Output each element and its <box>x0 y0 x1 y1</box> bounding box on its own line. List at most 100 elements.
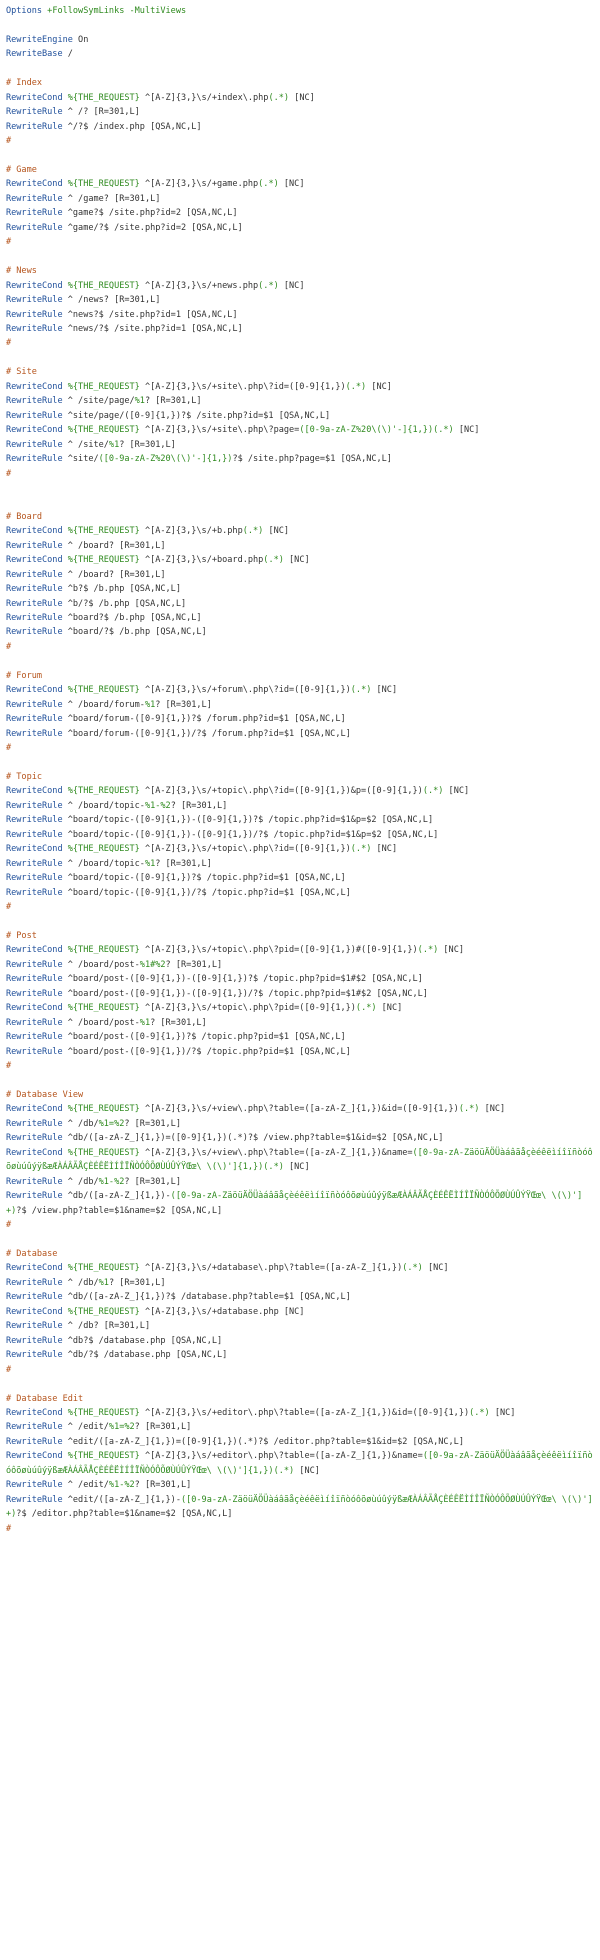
code-line: RewriteRule ^ /edit/%1=%2? [R=301,L] <box>6 1420 594 1434</box>
text-token: ^db/([a-zA-Z_]{1,})?$ /database.php?tabl… <box>62 1292 351 1303</box>
text-token: ^news/?$ /site.php?id=1 [QSA,NC,L] <box>62 323 243 334</box>
code-line: RewriteRule ^ /board/topic-%1-%2? [R=301… <box>6 799 594 813</box>
text-token: ? [R=301,L] <box>165 959 223 970</box>
code-line: RewriteCond %{THE_REQUEST} ^[A-Z]{3,}\s/… <box>6 1146 594 1175</box>
text-token: ^site/ <box>62 454 99 465</box>
variable-token: +FollowSymLinks -MultiViews <box>42 6 187 16</box>
code-line: # Database View <box>6 1088 594 1102</box>
code-line: RewriteRule ^ /board? [R=301,L] <box>6 539 594 553</box>
code-line: RewriteRule ^b/?$ /b.php [QSA,NC,L] <box>6 597 594 611</box>
text-token: ? [R=301,L] <box>150 1017 207 1028</box>
variable-token: %{THE_REQUEST} <box>62 1104 140 1115</box>
text-token: ^/?$ /index.php [QSA,NC,L] <box>62 121 202 132</box>
code-line: # Database <box>6 1247 594 1261</box>
directive-token: RewriteRule <box>6 627 63 638</box>
text-token: ^ /? [R=301,L] <box>62 107 140 118</box>
code-line: RewriteRule ^site/page/([0-9]{1,})?$ /si… <box>6 409 594 423</box>
code-line: RewriteRule ^db?$ /database.php [QSA,NC,… <box>6 1334 594 1348</box>
code-line: RewriteRule ^ /board/forum-%1? [R=301,L] <box>6 698 594 712</box>
comment-token: # <box>6 902 12 913</box>
directive-token: RewriteRule <box>6 1480 63 1491</box>
code-line: RewriteRule ^ /board/post-%1? [R=301,L] <box>6 1016 594 1030</box>
text-token: [NC] <box>283 1162 310 1173</box>
directive-token: RewriteRule <box>6 323 63 334</box>
text-token: / <box>62 49 73 60</box>
variable-token: (.*) <box>458 1104 480 1115</box>
code-line: RewriteRule ^ /board/topic-%1? [R=301,L] <box>6 857 594 871</box>
text-token: ^ /edit/ <box>62 1480 109 1491</box>
text-token: ^edit/([a-zA-Z_]{1,})=([0-9]{1,})(.*)?$ … <box>62 1436 464 1447</box>
variable-token: %{THE_REQUEST} <box>62 945 140 956</box>
directive-token: RewriteRule <box>6 598 63 609</box>
code-line: # <box>6 467 594 481</box>
directive-token: RewriteCond <box>6 1451 63 1462</box>
comment-token: # Database View <box>6 1089 84 1100</box>
directive-token: RewriteRule <box>6 699 63 710</box>
code-line: RewriteCond %{THE_REQUEST} ^[A-Z]{3,}\s/… <box>6 423 594 437</box>
code-line: RewriteRule ^board/post-([0-9]{1,})?$ /t… <box>6 1030 594 1044</box>
text-token: ^b?$ /b.php [QSA,NC,L] <box>62 584 181 595</box>
text-token: ^[A-Z]{3,}\s/+database\.php\?table=([a-z… <box>139 1263 403 1274</box>
directive-token: RewriteRule <box>6 1494 63 1505</box>
variable-token: %{THE_REQUEST} <box>62 280 140 291</box>
code-line: RewriteCond %{THE_REQUEST} ^[A-Z]{3,}\s/… <box>6 1001 594 1015</box>
directive-token: RewriteRule <box>6 193 63 204</box>
variable-token: %{THE_REQUEST} <box>62 1451 140 1462</box>
variable-token: %1 <box>134 396 145 407</box>
text-token: ^[A-Z]{3,}\s/+index\.php <box>139 92 269 103</box>
text-token: ^ /db/ <box>62 1176 99 1187</box>
text-token: ? [R=301,L] <box>170 800 228 811</box>
text-token: ? [R=301,L] <box>134 1480 192 1491</box>
text-token: ^[A-Z]{3,}\s/+topic\.php\?id=([0-9]{1,}) <box>139 844 351 855</box>
text-token: ^ /board/forum- <box>62 699 145 710</box>
code-line: # <box>6 336 594 350</box>
code-line: RewriteBase / <box>6 47 594 61</box>
directive-token: RewriteRule <box>6 1292 63 1303</box>
code-line: RewriteRule ^ /site/page/%1? [R=301,L] <box>6 394 594 408</box>
directive-token: RewriteRule <box>6 1321 63 1332</box>
comment-token: # <box>6 237 12 248</box>
variable-token: %{THE_REQUEST} <box>62 92 140 103</box>
variable-token: %1 <box>98 1277 109 1288</box>
comment-token: # Site <box>6 367 37 378</box>
text-token: ^board/topic-([0-9]{1,})-([0-9]{1,})?$ /… <box>62 815 434 826</box>
text-token: [NC] <box>289 92 315 103</box>
variable-token: %1=%2 <box>98 1118 125 1129</box>
code-line: RewriteRule ^db/([a-zA-Z_]{1,})-([0-9a-z… <box>6 1189 594 1218</box>
directive-token: RewriteRule <box>6 1176 63 1187</box>
variable-token: %1 <box>108 439 120 450</box>
variable-token: (.*) <box>355 1003 377 1014</box>
text-token: ^ /news? [R=301,L] <box>62 295 161 306</box>
directive-token: RewriteCond <box>6 1003 63 1014</box>
code-line: RewriteCond %{THE_REQUEST} ^[A-Z]{3,}\s/… <box>6 524 594 538</box>
directive-token: RewriteRule <box>6 439 63 450</box>
text-token: ^ /db/ <box>62 1277 99 1288</box>
directive-token: RewriteRule <box>6 613 63 624</box>
code-line: RewriteRule ^board/topic-([0-9]{1,})?$ /… <box>6 871 594 885</box>
text-token: ^ /site/page/ <box>62 396 135 407</box>
variable-token: (.*) <box>422 786 444 797</box>
text-token: ^board/post-([0-9]{1,})-([0-9]{1,})/?$ /… <box>62 988 428 999</box>
comment-token: # Post <box>6 931 37 941</box>
code-line: RewriteCond %{THE_REQUEST} ^[A-Z]{3,}\s/… <box>6 1449 594 1478</box>
text-token: ^board/forum-([0-9]{1,})?$ /forum.php?id… <box>62 714 346 725</box>
variable-token: %{THE_REQUEST} <box>62 425 140 436</box>
comment-token: # Database Edit <box>6 1393 84 1404</box>
directive-token: RewriteRule <box>6 1032 63 1043</box>
text-token: On <box>72 34 89 45</box>
text-token: [NC] <box>479 1104 506 1115</box>
code-line: # Post <box>6 929 594 943</box>
directive-token: RewriteRule <box>6 1436 63 1447</box>
code-line: RewriteRule ^ /news? [R=301,L] <box>6 293 594 307</box>
text-token: ^board/?$ /b.php [QSA,NC,L] <box>62 627 207 638</box>
code-line: # <box>6 235 594 249</box>
code-line: # Site <box>6 365 594 379</box>
comment-token: # <box>6 1220 12 1231</box>
variable-token: %{THE_REQUEST} <box>62 1407 140 1418</box>
directive-token: RewriteRule <box>6 858 63 869</box>
directive-token: RewriteRule <box>6 1017 63 1028</box>
directive-token: RewriteCond <box>6 945 63 956</box>
